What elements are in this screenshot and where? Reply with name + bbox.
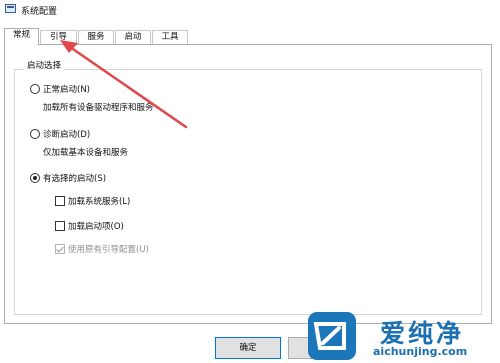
load-system-services-checkbox[interactable] bbox=[55, 196, 65, 206]
tab-strip: 常规 引导 服务 启动 工具 bbox=[4, 28, 304, 45]
watermark-url: aichunjing.com bbox=[373, 345, 468, 358]
use-original-boot-config-checkbox bbox=[55, 244, 65, 254]
title-bar: 系统配置 bbox=[0, 0, 500, 20]
load-startup-items-label[interactable]: 加载启动项(O) bbox=[68, 220, 124, 232]
use-original-boot-config-label: 使用原有引导配置(U) bbox=[68, 245, 149, 255]
normal-startup-label[interactable]: 正常启动(N) bbox=[43, 83, 90, 95]
load-startup-items-checkbox[interactable] bbox=[55, 221, 65, 231]
diagnostic-startup-radio[interactable] bbox=[30, 129, 40, 139]
watermark-logo bbox=[308, 312, 356, 360]
watermark: 爱纯净 aichunjing.com bbox=[304, 312, 500, 363]
load-system-services-label[interactable]: 加载系统服务(L) bbox=[68, 195, 130, 207]
window-title: 系统配置 bbox=[21, 7, 58, 17]
msconfig-icon bbox=[5, 4, 16, 13]
diagnostic-startup-description: 仅加载基本设备和服务 bbox=[43, 148, 129, 158]
tab-services[interactable]: 服务 bbox=[78, 30, 114, 44]
ok-button[interactable]: 确定 bbox=[215, 337, 281, 359]
general-tab-panel: 启动选择 正常启动(N) 加载所有设备驱动程序和服务 诊断启动(D) 仅加载基本… bbox=[4, 44, 492, 324]
selective-startup-label[interactable]: 有选择的启动(S) bbox=[43, 172, 106, 184]
tab-tools[interactable]: 工具 bbox=[152, 30, 188, 44]
normal-startup-radio[interactable] bbox=[30, 84, 40, 94]
normal-startup-description: 加载所有设备驱动程序和服务 bbox=[43, 103, 154, 113]
selective-startup-radio[interactable] bbox=[30, 173, 40, 183]
tab-startup[interactable]: 启动 bbox=[115, 30, 151, 44]
startup-selection-title: 启动选择 bbox=[24, 59, 65, 71]
tab-general[interactable]: 常规 bbox=[4, 28, 39, 45]
tab-boot[interactable]: 引导 bbox=[40, 30, 77, 44]
diagnostic-startup-label[interactable]: 诊断启动(D) bbox=[43, 128, 90, 140]
